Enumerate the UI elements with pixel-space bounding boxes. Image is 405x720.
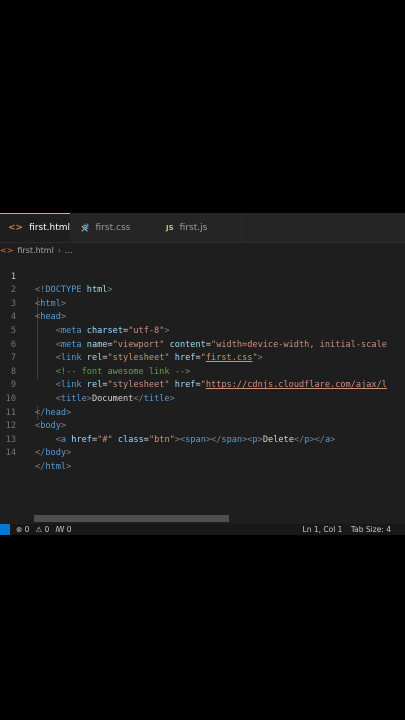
code-line: 4 <meta charset="utf-8"> (0, 298, 405, 336)
code-line: 1 <!DOCTYPE html> (0, 257, 405, 296)
breadcrumb-more[interactable]: ... (65, 246, 73, 255)
tab-first-js[interactable]: JS first.js (158, 213, 242, 242)
status-right: Ln 1, Col 1 Tab Size: 4 (303, 525, 397, 534)
line-number: 14 (5, 448, 16, 459)
tab-bar: <> first.html × # first.css JS first.js (0, 213, 405, 243)
code-line: 11 <body> (0, 393, 405, 432)
tab-first-html[interactable]: <> first.html × (0, 213, 89, 242)
code-line: 14 </html> (0, 434, 405, 472)
breadcrumb: <> first.html › ... (0, 243, 405, 257)
html-file-icon: <> (8, 223, 24, 233)
code-line: 13 </body> (0, 420, 405, 459)
warnings-count[interactable]: ⚠ 0 (35, 525, 49, 534)
breadcrumb-file[interactable]: first.html (17, 246, 53, 255)
chevron-right-icon: › (57, 245, 62, 255)
tab-label: first.js (179, 222, 208, 233)
code-line: 12 <a href="#" class="btn"><span></span>… (0, 407, 405, 445)
code-line: 5 <meta name="viewport" content="width=d… (0, 311, 405, 350)
code-line: 7 <!-- font awesome link --> (0, 339, 405, 377)
code-line: 9 <title>Document</title> (0, 366, 405, 404)
html-file-icon: <> (0, 245, 14, 255)
css-file-icon: # (82, 222, 90, 233)
code-line: 3 <head> (0, 284, 405, 323)
tab-label: first.css (95, 222, 131, 233)
code-area[interactable]: 1 <!DOCTYPE html> 2 <html> 3 <head> 4 <m… (0, 257, 405, 472)
ports-count[interactable]: ꟿ 0 (55, 525, 71, 534)
code-line: 6 <link rel="stylesheet" href="first.css… (0, 325, 405, 364)
tab-label: first.html (29, 223, 71, 233)
tab-first-css[interactable]: # first.css (74, 213, 158, 242)
code-line: 10 </head> (0, 379, 405, 418)
cursor-position[interactable]: Ln 1, Col 1 (303, 525, 343, 534)
js-file-icon: JS (166, 223, 174, 232)
errors-count[interactable]: ⊗ 0 (16, 525, 29, 534)
remote-indicator[interactable] (0, 524, 10, 535)
horizontal-scrollbar[interactable] (34, 515, 229, 522)
code-line: 8 <link rel="stylesheet" href="https://c… (0, 352, 405, 391)
code-editor: <> first.html × # first.css JS first.js … (0, 213, 405, 535)
code-line: 2 <html> (0, 271, 405, 309)
status-bar: ⊗ 0 ⚠ 0 ꟿ 0 Ln 1, Col 1 Tab Size: 4 (0, 524, 405, 535)
tab-size[interactable]: Tab Size: 4 (351, 525, 391, 534)
